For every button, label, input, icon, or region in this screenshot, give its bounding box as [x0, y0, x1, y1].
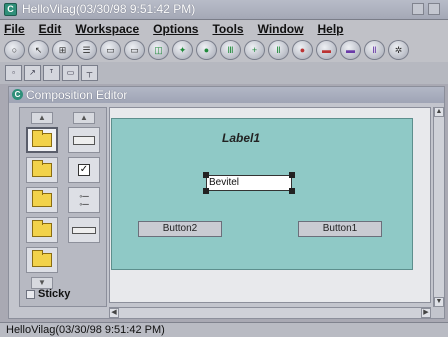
- checkbox-icon[interactable]: [26, 289, 35, 299]
- scroll-down-icon[interactable]: ▼: [434, 297, 444, 307]
- plus-icon[interactable]: +: [244, 40, 265, 60]
- maximize-button[interactable]: [428, 3, 440, 15]
- chevron-up-icon[interactable]: ▲: [73, 112, 95, 124]
- add-icon[interactable]: ✦: [172, 40, 193, 60]
- palette-category-folder-doc[interactable]: [26, 217, 58, 243]
- properties-icon[interactable]: Ⅱ: [364, 40, 385, 60]
- gear-icon[interactable]: ✲: [388, 40, 409, 60]
- save-icon[interactable]: ○: [4, 40, 25, 60]
- part-push-button-icon[interactable]: [68, 127, 100, 153]
- scroll-up-icon[interactable]: ▲: [434, 107, 444, 117]
- app-icon: C: [4, 3, 17, 16]
- connect-icon[interactable]: ◫: [148, 40, 169, 60]
- scroll-right-icon[interactable]: ▶: [421, 308, 431, 318]
- composition-editor: C Composition Editor ▲ ▼ ▲ ✓ ◦─ ◦─ Sticky…: [8, 86, 445, 319]
- folder-icon: [32, 190, 52, 207]
- align-icon[interactable]: Ⅱ: [268, 40, 289, 60]
- text-icon[interactable]: ᵀ: [43, 65, 60, 81]
- palette-category-folder-check[interactable]: [26, 127, 58, 153]
- bevitel-textfield[interactable]: Bevitel: [206, 175, 292, 191]
- run-icon[interactable]: ●: [196, 40, 217, 60]
- palette-category-folder[interactable]: [26, 157, 58, 183]
- folder-icon: [32, 220, 52, 237]
- window-canvas[interactable]: Label1 Bevitel Button2 Button1: [111, 118, 413, 270]
- sticky-checkbox[interactable]: Sticky: [26, 288, 70, 300]
- button2[interactable]: Button2: [138, 221, 222, 237]
- cursor-icon[interactable]: ↖: [28, 40, 49, 60]
- bean-icon[interactable]: ▭: [100, 40, 121, 60]
- scroll-left-icon[interactable]: ◀: [109, 308, 119, 318]
- selection-handle[interactable]: [203, 172, 209, 178]
- title-bar: C HelloVilag(03/30/98 9:51:42 PM): [0, 0, 448, 20]
- part-checkbox-icon[interactable]: ✓: [68, 157, 100, 183]
- folder-icon: [32, 160, 52, 177]
- status-bar: HelloVilag(03/30/98 9:51:42 PM): [0, 322, 448, 337]
- menu-file[interactable]: File: [4, 22, 25, 36]
- sticky-label: Sticky: [38, 288, 71, 300]
- palette-categories: ▲ ▼: [24, 112, 60, 292]
- menu-bar: File Edit Workspace Options Tools Window…: [0, 20, 448, 38]
- secondary-toolbar: ▫ ↗ ᵀ ▭ ┬: [0, 62, 448, 84]
- part-radio-group-icon[interactable]: ◦─ ◦─: [68, 187, 100, 213]
- bean2-icon[interactable]: ▭: [124, 40, 145, 60]
- palette-category-folder-list[interactable]: [26, 187, 58, 213]
- button1[interactable]: Button1: [298, 221, 382, 237]
- parts-palette: ▲ ▼ ▲ ✓ ◦─ ◦─ Sticky: [19, 107, 107, 307]
- window-title: HelloVilag(03/30/98 9:51:42 PM): [22, 2, 196, 16]
- menu-edit[interactable]: Edit: [39, 22, 62, 36]
- selection-handle[interactable]: [289, 172, 295, 178]
- palette-parts: ▲ ✓ ◦─ ◦─: [66, 112, 102, 247]
- minimize-button[interactable]: [412, 3, 424, 15]
- stop2-icon[interactable]: ▬: [316, 40, 337, 60]
- vertical-scrollbar[interactable]: ▲ ▼: [433, 107, 444, 307]
- horizontal-scrollbar[interactable]: ◀ ▶: [109, 307, 431, 318]
- menu-workspace[interactable]: Workspace: [75, 22, 139, 36]
- main-toolbar: ○ ↖ ⊞ ☰ ▭ ▭ ◫ ✦ ● Ⅲ + Ⅱ ● ▬ ▬ Ⅱ ✲: [0, 38, 448, 62]
- menu-icon[interactable]: ┬: [81, 65, 98, 81]
- editor-title: Composition Editor: [26, 88, 128, 102]
- label1[interactable]: Label1: [222, 131, 260, 145]
- menu-tools[interactable]: Tools: [212, 22, 243, 36]
- list-icon[interactable]: ☰: [76, 40, 97, 60]
- part-slider-icon[interactable]: [68, 217, 100, 243]
- selection-handle[interactable]: [203, 188, 209, 194]
- free-form-surface[interactable]: Label1 Bevitel Button2 Button1: [109, 107, 431, 303]
- stop-icon[interactable]: ●: [292, 40, 313, 60]
- menu-help[interactable]: Help: [317, 22, 343, 36]
- selection-handle[interactable]: [289, 188, 295, 194]
- palette-category-folder-window[interactable]: [26, 247, 58, 273]
- editor-title-bar: C Composition Editor: [9, 87, 444, 103]
- window-icon[interactable]: ▭: [62, 65, 79, 81]
- align-left-icon[interactable]: ▫: [5, 65, 22, 81]
- test-icon[interactable]: Ⅲ: [220, 40, 241, 60]
- tools-icon[interactable]: ⊞: [52, 40, 73, 60]
- folder-icon: [32, 250, 52, 267]
- editor-icon: C: [12, 89, 23, 100]
- arrow-icon[interactable]: ↗: [24, 65, 41, 81]
- menu-options[interactable]: Options: [153, 22, 198, 36]
- chevron-up-icon[interactable]: ▲: [31, 112, 53, 124]
- menu-window[interactable]: Window: [258, 22, 304, 36]
- folder-icon: [32, 130, 52, 147]
- layout-icon[interactable]: ▬: [340, 40, 361, 60]
